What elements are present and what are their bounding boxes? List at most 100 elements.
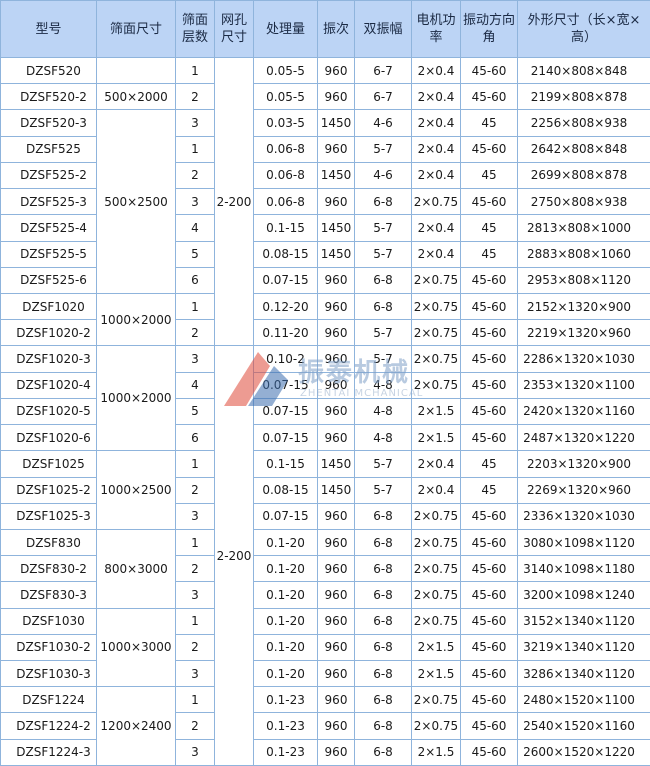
cell-motor-power: 2×0.75 — [411, 686, 461, 714]
cell-dimensions: 2750×808×938 — [517, 188, 650, 216]
cell-layers: 3 — [175, 738, 215, 766]
cell-model: DZSF1025-2 — [0, 476, 97, 504]
cell-model: DZSF1020-4 — [0, 371, 97, 399]
cell-throughput: 0.12-20 — [253, 292, 318, 321]
cell-vibration-angle: 45 — [460, 109, 518, 137]
cell-model: DZSF525-2 — [0, 161, 97, 190]
cell-throughput: 0.1-23 — [253, 686, 318, 714]
cell-amplitude: 5-7 — [354, 240, 412, 268]
cell-layers: 3 — [175, 581, 215, 609]
cell-layers: 1 — [175, 607, 215, 635]
header-amplitude: 双振幅 — [354, 0, 412, 58]
cell-throughput: 0.03-5 — [253, 109, 318, 137]
cell-dimensions: 2140×808×848 — [517, 56, 650, 85]
cell-dimensions: 2256×808×938 — [517, 109, 650, 137]
cell-motor-power: 2×0.75 — [411, 345, 461, 373]
cell-amplitude: 6-7 — [354, 83, 412, 111]
cell-screen-size: 1000×2500 — [96, 450, 176, 530]
cell-frequency: 1450 — [317, 450, 355, 478]
cell-layers: 6 — [175, 424, 215, 452]
cell-layers: 2 — [175, 319, 215, 347]
cell-dimensions: 2600×1520×1220 — [517, 738, 650, 766]
cell-motor-power: 2×0.4 — [411, 476, 461, 504]
cell-vibration-angle: 45-60 — [460, 607, 518, 635]
cell-dimensions: 2353×1320×1100 — [517, 371, 650, 399]
cell-screen-size: 1200×2400 — [96, 686, 176, 766]
cell-layers: 4 — [175, 371, 215, 399]
cell-amplitude: 6-8 — [354, 607, 412, 635]
cell-motor-power: 2×0.75 — [411, 188, 461, 216]
cell-layers: 1 — [175, 135, 215, 163]
spec-table: 型号 筛面尺寸 筛面层数 网孔尺寸 处理量 振次 双振幅 电机功率 振动方向角 外形尺寸（长×宽×… — [0, 0, 650, 766]
cell-model: DZSF1224 — [0, 686, 97, 714]
cell-amplitude: 6-8 — [354, 292, 412, 321]
cell-frequency: 960 — [317, 292, 355, 321]
cell-frequency: 960 — [317, 345, 355, 373]
cell-dimensions: 2336×1320×1030 — [517, 502, 650, 530]
cell-motor-power: 2×0.75 — [411, 319, 461, 347]
cell-amplitude: 6-8 — [354, 633, 412, 662]
table-row: DZSF1025 1000×2500 1 0.1-15 1450 5-7 2×0.4 45 22… — [0, 450, 650, 530]
cell-vibration-angle: 45 — [460, 450, 518, 478]
cell-amplitude: 6-7 — [354, 56, 412, 85]
cell-motor-power: 2×0.75 — [411, 502, 461, 530]
cell-layers: 1 — [175, 292, 215, 321]
cell-amplitude: 5-7 — [354, 135, 412, 163]
cell-dimensions: 3152×1340×1120 — [517, 607, 650, 635]
header-mesh: 网孔尺寸 — [214, 0, 254, 58]
cell-dimensions: 3200×1098×1240 — [517, 581, 650, 609]
header-model: 型号 — [0, 0, 97, 58]
cell-layers: 5 — [175, 240, 215, 268]
cell-screen-size — [96, 56, 176, 85]
cell-model: DZSF1020 — [0, 292, 97, 321]
cell-frequency: 1450 — [317, 109, 355, 137]
cell-dimensions: 2199×808×878 — [517, 83, 650, 111]
cell-amplitude: 6-8 — [354, 266, 412, 294]
cell-amplitude: 5-7 — [354, 319, 412, 347]
cell-frequency: 960 — [317, 555, 355, 583]
cell-vibration-angle: 45-60 — [460, 397, 518, 426]
cell-amplitude: 5-7 — [354, 476, 412, 504]
table-row: DZSF830 800×3000 1 0.1-20 960 6-8 2×0.75 45-60 3… — [0, 528, 650, 609]
cell-mesh-size: 2-200 — [214, 56, 254, 347]
table-row: DZSF1224 1200×2400 1 0.1-23 960 6-8 2×0.75 45-6… — [0, 686, 650, 766]
cell-model: DZSF1030-3 — [0, 660, 97, 688]
header-frequency: 振次 — [317, 0, 355, 58]
cell-frequency: 960 — [317, 188, 355, 216]
cell-frequency: 960 — [317, 56, 355, 85]
cell-throughput: 0.07-15 — [253, 502, 318, 530]
cell-frequency: 960 — [317, 135, 355, 163]
cell-throughput: 0.07-15 — [253, 424, 318, 452]
cell-amplitude: 6-8 — [354, 686, 412, 714]
cell-dimensions: 2480×1520×1100 — [517, 686, 650, 714]
cell-dimensions: 2269×1320×960 — [517, 476, 650, 504]
cell-layers: 1 — [175, 450, 215, 478]
cell-vibration-angle: 45-60 — [460, 712, 518, 740]
cell-throughput: 0.11-20 — [253, 319, 318, 347]
cell-frequency: 1450 — [317, 214, 355, 242]
cell-layers: 5 — [175, 397, 215, 426]
cell-motor-power: 2×0.75 — [411, 528, 461, 557]
cell-dimensions: 2286×1320×1030 — [517, 345, 650, 373]
cell-throughput: 0.1-20 — [253, 633, 318, 662]
cell-frequency: 960 — [317, 660, 355, 688]
cell-screen-size: 800×3000 — [96, 528, 176, 609]
cell-motor-power: 2×1.5 — [411, 633, 461, 662]
cell-amplitude: 4-6 — [354, 161, 412, 190]
cell-throughput: 0.1-20 — [253, 528, 318, 557]
cell-dimensions: 2219×1320×960 — [517, 319, 650, 347]
cell-motor-power: 2×0.75 — [411, 371, 461, 399]
cell-throughput: 0.07-15 — [253, 266, 318, 294]
cell-vibration-angle: 45-60 — [460, 56, 518, 85]
cell-vibration-angle: 45-60 — [460, 424, 518, 452]
cell-vibration-angle: 45-60 — [460, 188, 518, 216]
cell-layers: 3 — [175, 502, 215, 530]
table-body: DZSF520 1 2-200 0.05-5 960 6-7 2×0.4 45-60 2140×… — [0, 56, 650, 766]
cell-amplitude: 5-7 — [354, 450, 412, 478]
cell-throughput: 0.08-15 — [253, 476, 318, 504]
cell-vibration-angle: 45 — [460, 240, 518, 268]
cell-motor-power: 2×1.5 — [411, 738, 461, 766]
cell-throughput: 0.1-15 — [253, 214, 318, 242]
cell-mesh-size: 2-200 — [214, 345, 254, 766]
cell-model: DZSF525-3 — [0, 188, 97, 216]
